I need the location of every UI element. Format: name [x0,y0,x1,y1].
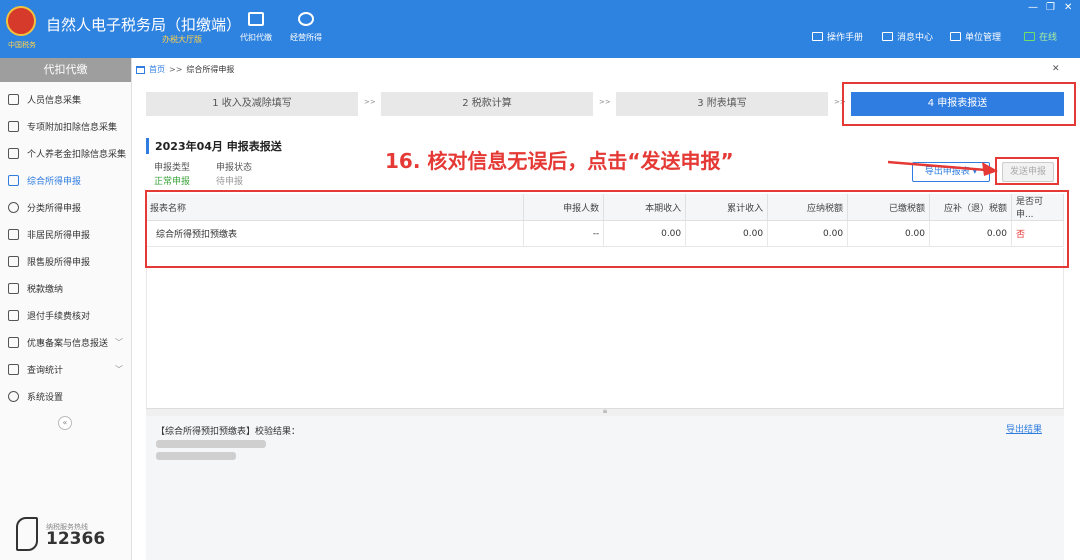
tab-withholding[interactable]: 代扣代缴 [234,12,278,43]
validation-result-label: 【综合所得预扣预缴表】校验结果： [156,427,301,437]
sidebar-item-preferential[interactable]: 优惠备案与信息报送 ﹀ [0,329,131,356]
redacted-text [156,440,266,448]
layers-icon [8,175,19,186]
tab-business-income-label: 经营所得 [290,33,322,42]
building-icon [950,32,961,41]
chevron-down-icon: ﹀ [115,338,123,347]
declare-type-value: 正常申报 [154,177,191,187]
sidebar-item-classified[interactable]: 分类所得申报 [0,194,131,221]
hotline-number: 12366 [46,529,106,549]
sidebar: 代扣代缴 人员信息采集 专项附加扣除信息采集 个人养老金扣除信息采集 综合所得申… [0,58,132,560]
list-icon [8,121,19,132]
sidebar-item-label: 退付手续费核对 [27,312,91,322]
manual-link[interactable]: 操作手册 [812,30,863,43]
sidebar-item-query[interactable]: 查询统计 ﹀ [0,356,131,383]
pension-icon [8,148,19,159]
book-icon [812,32,823,41]
sidebar-item-tax-payment[interactable]: 税款缴纳 [0,275,131,302]
coins-icon [298,12,314,26]
online-status[interactable]: 在线 [1024,30,1057,43]
tab-business-income[interactable]: 经营所得 [284,12,328,43]
emblem-caption: 中国税务 [8,41,36,49]
step-1[interactable]: 1 收入及减除填写 [146,92,358,116]
file-icon [8,337,19,348]
sidebar-item-label: 个人养老金扣除信息采集 [27,150,127,160]
manual-link-label: 操作手册 [827,33,864,43]
search-list-icon [8,364,19,375]
app-subtitle: 办税大厅版 [162,35,202,44]
step-3[interactable]: 3 附表填写 [616,92,828,116]
sidebar-item-personnel[interactable]: 人员信息采集 [0,86,131,113]
message-center-label: 消息中心 [897,33,934,43]
sidebar-item-label: 税款缴纳 [27,285,64,295]
sidebar-item-nonresident[interactable]: 非居民所得申报 [0,221,131,248]
redacted-text [156,452,236,460]
home-icon [136,65,145,74]
annotation-box-send-button [995,157,1059,185]
annotation-arrow-icon [888,160,998,176]
tab-withholding-label: 代扣代缴 [240,33,272,42]
bar-chart-icon [8,256,19,267]
sidebar-item-label: 优惠备案与信息报送 [27,339,109,349]
unit-management-label: 单位管理 [965,33,1002,43]
sidebar-item-restricted-shares[interactable]: 限售股所得申报 [0,248,131,275]
sidebar-item-pension[interactable]: 个人养老金扣除信息采集 [0,140,131,167]
annotation-box-table [145,190,1069,268]
unit-management-link[interactable]: 单位管理 [950,30,1001,43]
sidebar-item-settings[interactable]: 系统设置 [0,383,131,410]
sidebar-item-label: 查询统计 [27,366,64,376]
tax-emblem-icon [6,6,36,36]
validation-result-panel: 【综合所得预扣预缴表】校验结果： 导出结果 [146,416,1064,560]
minimize-button[interactable]: — [1028,2,1038,13]
step-2[interactable]: 2 税款计算 [381,92,593,116]
step-separator: >> [599,98,611,106]
breadcrumb: 首页 >> 综合所得申报 [136,64,234,75]
folder-icon [8,283,19,294]
hotline-logo-icon [16,517,38,551]
table-empty-area [146,248,1064,408]
sidebar-item-special-deduction[interactable]: 专项附加扣除信息采集 [0,113,131,140]
sidebar-item-label: 分类所得申报 [27,204,82,214]
person-icon [8,94,19,105]
export-result-link[interactable]: 导出结果 [1006,422,1042,435]
maximize-button[interactable]: ❐ [1046,2,1055,13]
form-title: 2023年04月 申报表报送 [146,138,282,154]
gear-icon [8,391,19,402]
online-status-label: 在线 [1039,33,1058,43]
close-tab-icon[interactable]: ✕ [1052,64,1060,74]
person-outline-icon [8,229,19,240]
breadcrumb-current: 综合所得申报 [186,65,235,74]
monitor-icon [1024,32,1035,41]
main-content: 首页 >> 综合所得申报 ✕ 1 收入及减除填写 >> 2 税款计算 >> 3 … [132,58,1080,560]
sidebar-item-label: 限售股所得申报 [27,258,91,268]
sidebar-item-label: 非居民所得申报 [27,231,91,241]
annotation-box-step4 [842,82,1076,126]
receipt-icon [8,310,19,321]
sidebar-item-label: 系统设置 [27,393,64,403]
sidebar-collapse-button[interactable]: « [58,416,72,430]
app-title: 自然人电子税务局（扣缴端） [46,16,242,34]
sidebar-item-refund-fee[interactable]: 退付手续费核对 [0,302,131,329]
pie-icon [8,202,19,213]
mail-icon [882,32,893,41]
declare-status-value: 待申报 [216,177,244,187]
sidebar-item-comprehensive[interactable]: 综合所得申报 [0,167,131,194]
sidebar-item-label: 综合所得申报 [27,177,82,187]
step-separator: >> [364,98,376,106]
message-center-link[interactable]: 消息中心 [882,30,933,43]
breadcrumb-home[interactable]: 首页 [149,64,165,75]
breadcrumb-separator: >> [169,65,183,74]
close-window-button[interactable]: ✕ [1064,2,1072,13]
annotation-instruction: 16. 核对信息无误后，点击“发送申报” [385,149,734,173]
sidebar-item-label: 人员信息采集 [27,96,82,106]
declare-type-label: 申报类型 [154,163,191,173]
sidebar-title: 代扣代缴 [0,58,131,82]
sidebar-item-label: 专项附加扣除信息采集 [27,123,118,133]
chevron-down-icon: ﹀ [115,365,123,374]
panel-splitter-handle[interactable]: ≡ [146,408,1064,416]
declare-status-label: 申报状态 [216,163,253,173]
document-icon [248,12,264,26]
app-header: 中国税务 自然人电子税务局（扣缴端） 办税大厅版 代扣代缴 经营所得 操作手册 … [0,0,1080,58]
